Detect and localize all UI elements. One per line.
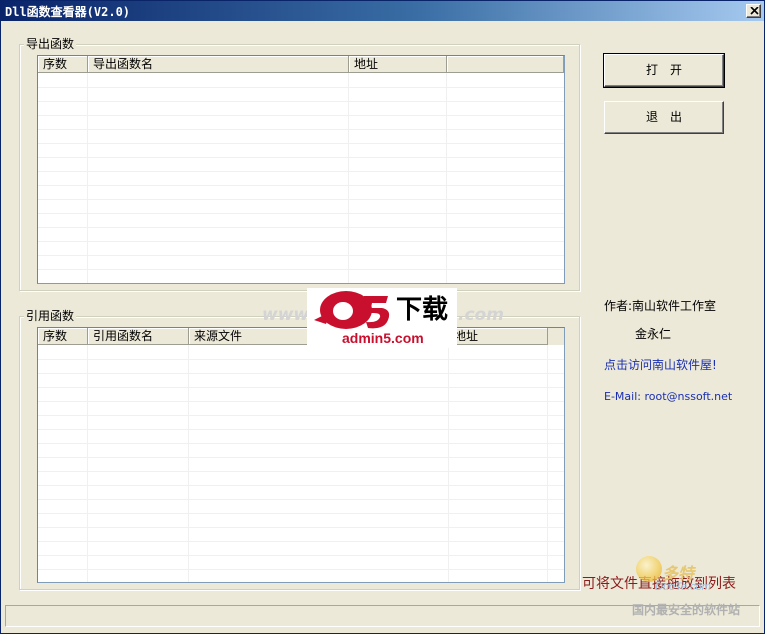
export-list-body xyxy=(38,73,564,283)
column-header-address[interactable]: 地址 xyxy=(449,328,548,345)
column-header-import-name[interactable]: 引用函数名 xyxy=(88,328,189,345)
visit-website-link[interactable]: 点击访问南山软件屋! xyxy=(604,356,717,373)
watermark-site: admin5.com xyxy=(342,330,424,346)
duote-ball-icon xyxy=(636,556,662,582)
close-icon xyxy=(750,7,759,15)
open-button[interactable]: 打开 xyxy=(603,53,725,88)
import-functions-group: 引用函数 序数 引用函数名 来源文件 地址 xyxy=(19,309,580,590)
import-functions-list[interactable]: 序数 引用函数名 来源文件 地址 xyxy=(37,327,565,583)
import-list-header: 序数 引用函数名 来源文件 地址 xyxy=(38,328,564,345)
column-header-extra[interactable] xyxy=(447,56,564,73)
corner-slogan: 国内最安全的软件站 xyxy=(632,603,741,617)
column-header-address[interactable]: 地址 xyxy=(349,56,447,73)
watermark-xiazai: 下载 xyxy=(396,295,449,325)
export-group-legend: 导出函数 xyxy=(24,37,77,51)
corner-brand-en: DuoTe.com xyxy=(655,581,711,593)
column-header-ordinal[interactable]: 序数 xyxy=(38,56,88,73)
export-list-header: 序数 导出函数名 地址 xyxy=(38,56,564,73)
email-label: E-Mail: root@nssoft.net xyxy=(604,390,733,403)
close-button[interactable] xyxy=(746,4,761,18)
export-functions-group: 导出函数 序数 导出函数名 地址 xyxy=(19,37,580,291)
import-list-body xyxy=(38,345,564,582)
column-header-ordinal[interactable]: 序数 xyxy=(38,328,88,345)
a5-logo-icon xyxy=(314,291,390,329)
title-bar[interactable]: Dll函数查看器(V2.0) xyxy=(1,1,764,21)
column-header-export-name[interactable]: 导出函数名 xyxy=(88,56,349,73)
exit-button[interactable]: 退出 xyxy=(604,101,724,134)
export-functions-list[interactable]: 序数 导出函数名 地址 xyxy=(37,55,565,284)
author-label: 作者:南山软件工作室 xyxy=(604,299,717,313)
window-title: Dll函数查看器(V2.0) xyxy=(5,5,131,19)
import-group-legend: 引用函数 xyxy=(24,309,77,323)
author-name: 金永仁 xyxy=(635,327,672,341)
watermark-com: .com xyxy=(458,305,504,325)
